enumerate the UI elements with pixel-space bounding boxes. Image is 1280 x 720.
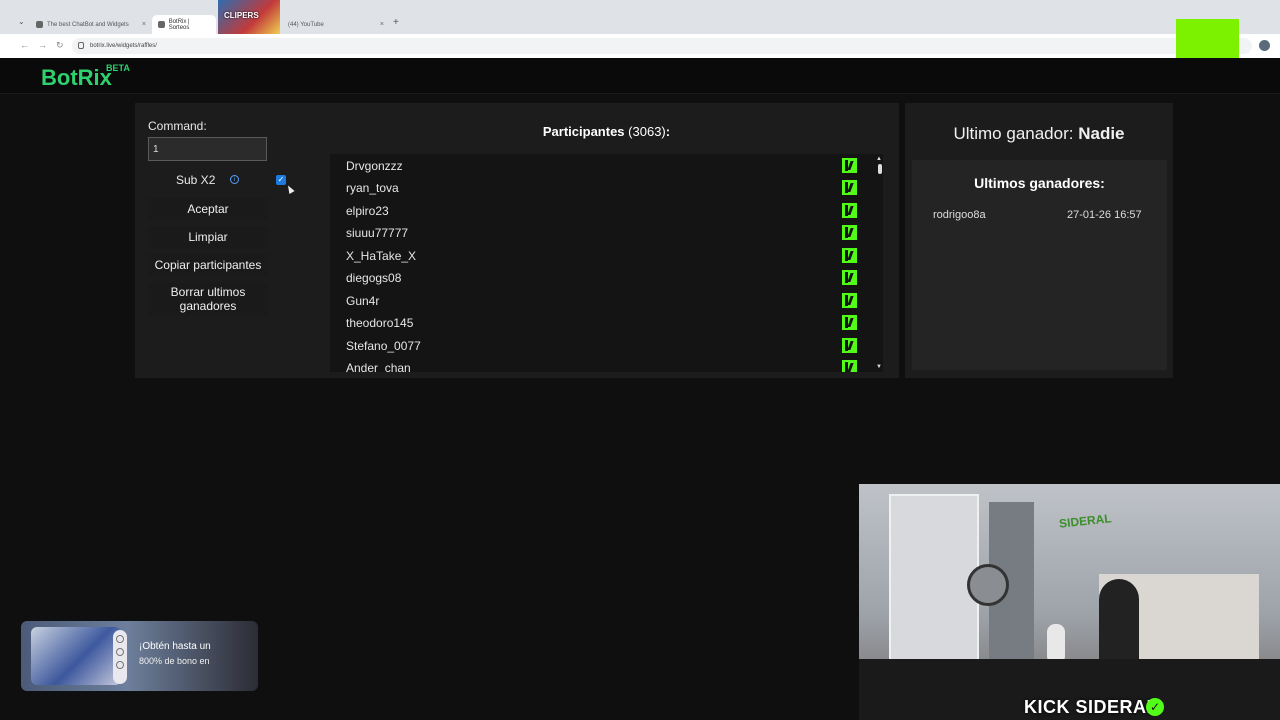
webcam-feed: SIDERAL: [859, 484, 1280, 720]
botrix-favicon-icon: [158, 21, 165, 28]
url-field[interactable]: botrix.live/widgets/raffles/: [72, 38, 1252, 54]
ad-icon-strip: [113, 630, 127, 684]
tab-search-icon[interactable]: ⌄: [18, 17, 25, 26]
clipers-thumbnail: CLIPERS: [218, 0, 280, 34]
scroll-up-icon[interactable]: ▲: [876, 156, 882, 162]
participant-name: elpiro23: [346, 204, 389, 218]
last-winner-value: Nadie: [1078, 124, 1125, 143]
recent-winners-box: [912, 160, 1167, 370]
tab-label: (44) YouTube: [288, 21, 324, 28]
kick-logo-icon: [842, 203, 857, 218]
kick-logo-icon: [842, 315, 857, 330]
channel-platform: KICK: [1024, 697, 1070, 717]
kick-logo-icon: [842, 270, 857, 285]
list-item: ryan_tova: [330, 177, 870, 199]
shield-icon: [116, 661, 124, 669]
kick-logo-icon: [842, 293, 857, 308]
site-header: [0, 58, 1280, 94]
participants-title: Participantes (3063):: [330, 124, 883, 139]
participants-scrollbar[interactable]: ▲ ▼: [876, 156, 884, 370]
close-icon[interactable]: ×: [380, 21, 384, 28]
forward-icon[interactable]: →: [38, 40, 47, 50]
url-text: botrix.live/widgets/raffles/: [90, 43, 157, 49]
participant-name: Gun4r: [346, 294, 380, 308]
sideral-wall-logo: SIDERAL: [1058, 511, 1113, 531]
scroll-thumb[interactable]: [878, 164, 882, 174]
last-winner-label: Ultimo ganador:: [953, 124, 1074, 143]
botrix-favicon-icon: [36, 21, 43, 28]
participant-name: ryan_tova: [346, 181, 399, 195]
ad-subline: 800% de bono en: [139, 656, 210, 666]
delete-winners-button[interactable]: Borrar ultimos ganadores: [148, 283, 268, 315]
tab-label: The best ChatBot and Widgets: [47, 21, 129, 28]
list-item: diegogs08: [330, 267, 870, 289]
winner-date: 27-01-26 16:57: [1067, 209, 1142, 221]
fan-icon: [967, 564, 1009, 606]
list-item: siuuu77777: [330, 222, 870, 244]
clear-button[interactable]: Limpiar: [148, 226, 268, 248]
kick-logo-icon: [842, 360, 857, 372]
kick-logo-icon: [842, 158, 857, 173]
last-winner: Ultimo ganador: Nadie: [905, 124, 1173, 144]
list-item: Drvgonzzz: [330, 155, 870, 177]
list-item: Stefano_0077: [330, 335, 870, 357]
subx2-label: Sub X2: [176, 173, 216, 187]
participant-name: siuuu77777: [346, 226, 409, 240]
scroll-down-icon[interactable]: ▼: [876, 364, 882, 370]
tab-botrix-home[interactable]: The best ChatBot and Widgets ×: [30, 15, 150, 34]
list-item: Ander_chan: [330, 357, 870, 372]
list-item: theodoro145: [330, 312, 870, 334]
new-tab-icon[interactable]: +: [393, 17, 399, 28]
participants-label: Participantes: [542, 124, 625, 139]
thumbnail-label: CLIPERS: [224, 11, 259, 20]
participant-name: Ander_chan: [346, 361, 411, 372]
gift-box-icon: [31, 627, 121, 685]
info-icon[interactable]: i: [230, 175, 239, 184]
browser-tabbar: ⌄ The best ChatBot and Widgets × BotRix …: [0, 0, 1280, 34]
browser-addressbar: ← → ↻ botrix.live/widgets/raffles/: [0, 34, 1280, 58]
participant-name: theodoro145: [346, 316, 414, 330]
participant-name: diegogs08: [346, 271, 402, 285]
command-label: Command:: [148, 119, 207, 133]
verified-badge-icon: ✓: [1146, 698, 1164, 716]
command-input[interactable]: [148, 137, 267, 161]
ad-headline: ¡Obtén hasta un: [139, 641, 211, 652]
kick-logo-icon: [842, 180, 857, 195]
participants-suffix: :: [665, 124, 671, 139]
list-item: elpiro23: [330, 200, 870, 222]
microphone-icon: [1047, 624, 1065, 664]
reload-icon[interactable]: ↻: [56, 40, 64, 51]
accept-button[interactable]: Aceptar: [148, 198, 268, 220]
kick-logo-icon: [842, 225, 857, 240]
beta-badge: BETA: [106, 63, 130, 73]
tab-label: BotRix | Sorteos: [168, 18, 190, 31]
list-item: Gun4r: [330, 290, 870, 312]
back-icon[interactable]: ←: [20, 40, 29, 50]
screen: ⌄ The best ChatBot and Widgets × BotRix …: [0, 0, 1280, 720]
tab-youtube[interactable]: (44) YouTube ×: [282, 15, 388, 34]
kick-logo-icon: [842, 338, 857, 353]
channel-label: KICK SIDERAL: [1024, 697, 1158, 718]
close-icon[interactable]: ×: [142, 21, 146, 28]
kick-logo-icon: [842, 248, 857, 263]
participant-name: Stefano_0077: [346, 339, 421, 353]
lock-icon: [116, 648, 124, 656]
lock-icon: [78, 42, 84, 49]
botrix-logo[interactable]: BotRix: [41, 65, 112, 91]
winner-name: rodrigoo8a: [933, 209, 986, 221]
copy-participants-button[interactable]: Copiar participantes: [148, 254, 268, 276]
list-item: X_HaTake_X: [330, 245, 870, 267]
profile-avatar-icon[interactable]: [1259, 40, 1270, 51]
participants-list[interactable]: Drvgonzzz ryan_tova elpiro23 siuuu77777 …: [330, 154, 883, 372]
participants-count: (3063): [628, 124, 666, 139]
subx2-checkbox[interactable]: ✓: [276, 175, 286, 185]
participant-name: Drvgonzzz: [346, 159, 403, 173]
tab-botrix-raffles[interactable]: BotRix | Sorteos: [152, 15, 216, 34]
search-icon: [116, 635, 124, 643]
participant-name: X_HaTake_X: [346, 249, 417, 263]
recent-winners-title: Ultimos ganadores:: [974, 175, 1105, 191]
promo-ad[interactable]: ¡Obtén hasta un 800% de bono en: [21, 621, 258, 691]
